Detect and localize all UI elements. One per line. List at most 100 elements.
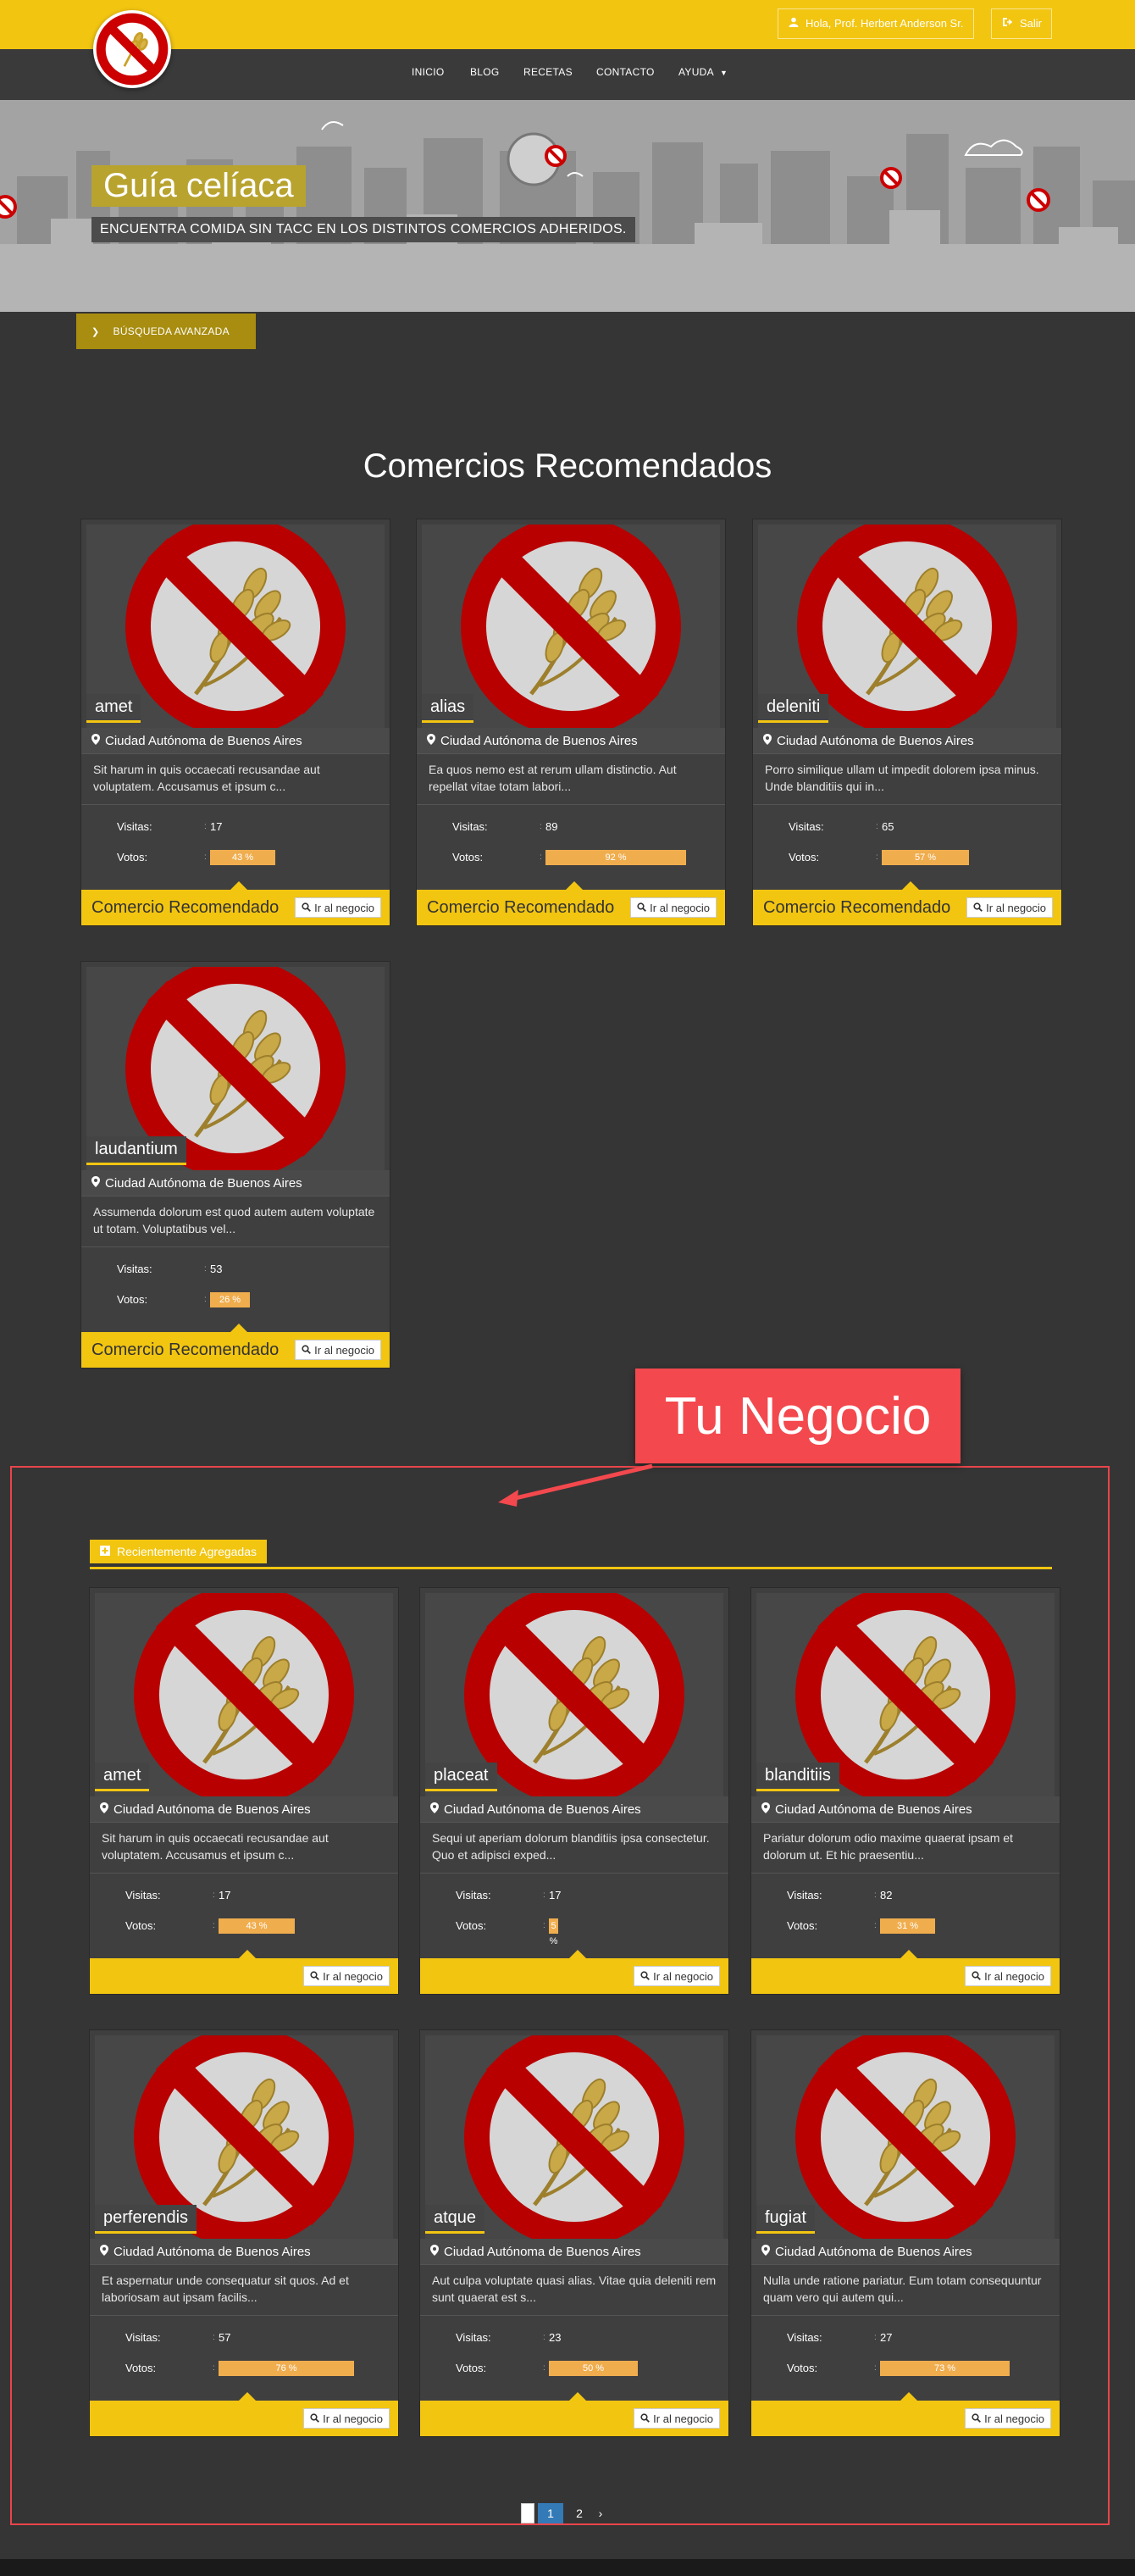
footer-notch (569, 1950, 586, 1958)
business-description: Pariatur dolorum odio maxime quaerat ips… (751, 1823, 1060, 1874)
business-stats: Visitas::17 Votos::43 % (81, 805, 390, 890)
business-location-label: Ciudad Autónoma de Buenos Aires (777, 733, 974, 748)
business-location-label: Ciudad Autónoma de Buenos Aires (444, 1802, 641, 1817)
business-image[interactable]: laudantium (86, 967, 385, 1170)
business-stats: Visitas::17 Votos::5 % (420, 1874, 728, 1958)
recommended-card[interactable]: amet Ciudad Autónoma de Buenos Aires Sit h… (80, 519, 390, 926)
votes-progress-bar: 50 % (549, 2361, 638, 2376)
go-to-business-label: Ir al negocio (314, 901, 374, 914)
site-logo[interactable] (93, 10, 171, 88)
search-icon (640, 1970, 651, 1983)
business-location-label: Ciudad Autónoma de Buenos Aires (775, 2244, 972, 2259)
map-marker-icon (430, 1802, 439, 1817)
pagination-prev[interactable] (521, 2503, 534, 2523)
chevron-down-icon: ▼ (719, 69, 728, 77)
business-name: perferendis (95, 2205, 197, 2234)
business-name: placeat (425, 1763, 497, 1791)
user-greeting-label: Hola, Prof. Herbert Anderson Sr. (806, 17, 964, 30)
business-image[interactable]: deleniti (758, 525, 1056, 728)
go-to-business-label: Ir al negocio (323, 2412, 383, 2425)
votes-separator: : (543, 1921, 545, 1930)
votes-label: Votos: (452, 851, 484, 863)
go-to-business-button[interactable]: Ir al negocio (295, 897, 381, 918)
go-to-business-button[interactable]: Ir al negocio (965, 2408, 1051, 2429)
business-image[interactable]: placeat (425, 1593, 723, 1796)
go-to-business-button[interactable]: Ir al negocio (966, 897, 1053, 918)
nav-item-blog[interactable]: BLOG (470, 66, 500, 78)
nav-item-recetas[interactable]: RECETAS (523, 66, 573, 78)
search-icon (637, 902, 647, 914)
visits-value: 89 (545, 820, 558, 833)
business-image[interactable]: amet (86, 525, 385, 728)
votes-separator: : (876, 852, 878, 862)
no-gluten-logo-icon (96, 13, 169, 86)
votes-progress-bar: 5 % (549, 1918, 558, 1946)
visits-value: 65 (882, 820, 894, 833)
business-stats: Visitas::27 Votos::73 % (751, 2316, 1060, 2401)
votes-separator: : (213, 2363, 215, 2373)
go-to-business-button[interactable]: Ir al negocio (630, 897, 717, 918)
go-to-business-button[interactable]: Ir al negocio (634, 1966, 720, 1986)
pagination: 1 2 › (521, 2502, 609, 2524)
pagination-page-2[interactable]: 2 (567, 2503, 592, 2523)
recommended-card[interactable]: alias Ciudad Autónoma de Buenos Aires Ea q… (416, 519, 726, 926)
business-location: Ciudad Autónoma de Buenos Aires (751, 1796, 1060, 1823)
logout-button[interactable]: Salir (991, 8, 1052, 39)
recent-card[interactable]: blanditiis Ciudad Autónoma de Buenos Aire… (750, 1587, 1060, 1995)
user-greeting-button[interactable]: Hola, Prof. Herbert Anderson Sr. (778, 8, 975, 39)
go-to-business-label: Ir al negocio (986, 901, 1046, 914)
recommended-card[interactable]: deleniti Ciudad Autónoma de Buenos Aires P… (752, 519, 1062, 926)
business-image[interactable]: blanditiis (756, 1593, 1055, 1796)
go-to-business-button[interactable]: Ir al negocio (295, 1340, 381, 1360)
visits-label: Visitas: (117, 820, 152, 833)
go-to-business-label: Ir al negocio (650, 901, 710, 914)
recent-divider (90, 1567, 1052, 1569)
recent-card[interactable]: amet Ciudad Autónoma de Buenos Aires Sit h… (89, 1587, 399, 1995)
card-footer: Ir al negocio (90, 1950, 398, 1994)
recent-card[interactable]: atque Ciudad Autónoma de Buenos Aires Aut … (419, 2029, 729, 2437)
votes-label: Votos: (787, 2362, 818, 2374)
votes-progress-bar: 57 % (882, 850, 969, 865)
visits-separator: : (540, 822, 542, 831)
business-location: Ciudad Autónoma de Buenos Aires (81, 1170, 390, 1196)
votes-progress-bar: 76 % (219, 2361, 354, 2376)
recommended-card[interactable]: laudantium Ciudad Autónoma de Buenos Aire… (80, 961, 390, 1368)
votes-separator: : (874, 1921, 877, 1930)
map-marker-icon (761, 2244, 770, 2259)
go-to-business-button[interactable]: Ir al negocio (303, 2408, 390, 2429)
visits-value: 53 (210, 1263, 223, 1275)
business-image[interactable]: fugiat (756, 2035, 1055, 2239)
business-description: Et aspernatur unde consequatur sit quos.… (90, 2265, 398, 2316)
go-to-business-label: Ir al negocio (653, 1969, 713, 1983)
nav-item-inicio[interactable]: INICIO (412, 66, 444, 78)
votes-label: Votos: (125, 2362, 157, 2374)
go-to-business-button[interactable]: Ir al negocio (303, 1966, 390, 1986)
business-stats: Visitas::57 Votos::76 % (90, 2316, 398, 2401)
card-footer: Ir al negocio (420, 2392, 728, 2436)
business-image[interactable]: atque (425, 2035, 723, 2239)
recent-card[interactable]: placeat Ciudad Autónoma de Buenos Aires Se… (419, 1587, 729, 1995)
go-to-business-button[interactable]: Ir al negocio (965, 1966, 1051, 1986)
recent-card[interactable]: perferendis Ciudad Autónoma de Buenos Air… (89, 2029, 399, 2437)
nav-item-ayuda[interactable]: AYUDA ▼ (678, 66, 728, 78)
logout-icon (1002, 8, 1013, 39)
business-name: atque (425, 2205, 485, 2234)
pagination-next[interactable]: › (592, 2503, 609, 2523)
go-to-business-label: Ir al negocio (314, 1343, 374, 1357)
search-icon (640, 2412, 651, 2425)
business-image[interactable]: alias (422, 525, 720, 728)
pagination-page-1[interactable]: 1 (538, 2503, 563, 2523)
map-marker-icon (100, 2244, 108, 2259)
business-location: Ciudad Autónoma de Buenos Aires (751, 2239, 1060, 2265)
recent-card[interactable]: fugiat Ciudad Autónoma de Buenos Aires Nul… (750, 2029, 1060, 2437)
votes-progress-bar: 26 % (210, 1292, 250, 1307)
go-to-business-button[interactable]: Ir al negocio (634, 2408, 720, 2429)
votes-separator: : (213, 1921, 215, 1930)
map-marker-icon (91, 1175, 100, 1191)
business-image[interactable]: perferendis (95, 2035, 393, 2239)
advanced-search-button[interactable]: ❯ BÚSQUEDA AVANZADA (76, 314, 256, 349)
plus-square-icon (100, 1545, 110, 1558)
nav-item-contacto[interactable]: CONTACTO (596, 66, 655, 78)
business-description: Sit harum in quis occaecati recusandae a… (81, 754, 390, 805)
business-image[interactable]: amet (95, 1593, 393, 1796)
